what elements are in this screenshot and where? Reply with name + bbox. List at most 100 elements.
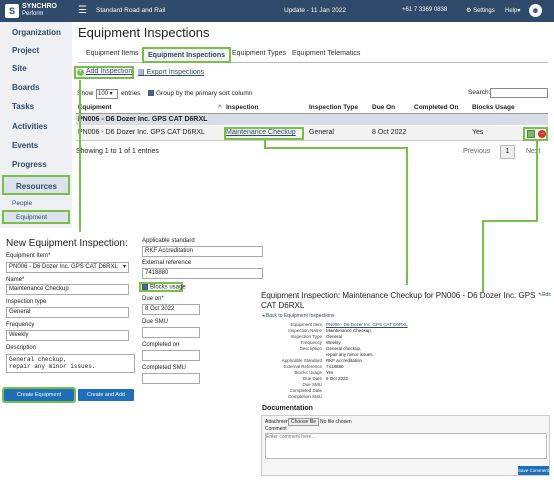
- due-smu-field[interactable]: [142, 327, 200, 338]
- cell-type: General: [309, 129, 334, 136]
- update-date: Update - 11 Jan 2022: [284, 7, 347, 14]
- sidebar-item-progress[interactable]: Progress: [0, 156, 72, 174]
- sidebar-item-tasks[interactable]: Tasks: [0, 98, 72, 116]
- detail-label: Blocks Usage: [294, 370, 322, 375]
- group-by-option[interactable]: Group by the primary sort column: [148, 90, 252, 97]
- detail-value: General checkup,: [326, 346, 362, 351]
- create-another-button[interactable]: Create and Add Another: [78, 389, 134, 410]
- completed-label: Completed on: [142, 342, 180, 348]
- type-label: Inspection type: [6, 299, 47, 305]
- detail-label: Due Date: [302, 376, 322, 381]
- delete-icon[interactable]: –: [538, 130, 546, 138]
- name-label: Name*: [6, 277, 25, 283]
- external-field[interactable]: 7418880: [142, 268, 263, 279]
- tab-equipment-telematics[interactable]: Equipment Telematics: [288, 47, 364, 63]
- col-due-on[interactable]: Due On: [372, 104, 395, 111]
- connector-line: [264, 147, 408, 149]
- tab-equipment-types[interactable]: Equipment Types: [228, 47, 290, 63]
- back-link-label: Back to Equipment Inspections: [265, 313, 335, 319]
- sidebar-item-boards[interactable]: Boards: [0, 79, 72, 97]
- search-input[interactable]: [490, 88, 548, 98]
- due-field[interactable]: 8 Oct 2022: [142, 304, 200, 315]
- entries-select-value: 100: [98, 91, 109, 97]
- plus-icon: +: [77, 69, 84, 76]
- entries-select[interactable]: 100 ▾: [96, 89, 118, 99]
- table-group-row: PN006 - D6 Dozer Inc. GPS CAT D6RXL: [76, 114, 548, 125]
- description-textarea[interactable]: General checkup, repair any minor issues…: [6, 354, 135, 373]
- sidebar: Organization Project Site Boards Tasks A…: [0, 22, 72, 228]
- sidebar-item-events[interactable]: Events: [0, 137, 72, 155]
- sidebar-item-organization[interactable]: Organization: [0, 24, 72, 42]
- documentation-title: Documentation: [262, 405, 313, 412]
- name-field[interactable]: Maintenance Checkup: [6, 284, 129, 295]
- add-inspection-label: Add Inspection: [86, 68, 133, 75]
- sidebar-subitem-equipment[interactable]: Equipment: [2, 210, 70, 224]
- attachment-label: Attachment: [265, 419, 291, 425]
- synchro-logo[interactable]: S SYNCHRO Perform: [5, 3, 61, 19]
- search-label: Search:: [468, 89, 491, 96]
- sidebar-item-site[interactable]: Site: [0, 60, 72, 78]
- completed-smu-label: Completed SMU: [142, 365, 187, 371]
- sidebar-item-activities[interactable]: Activities: [0, 118, 72, 136]
- detail-value[interactable]: PN006 - D6 Dozer Inc. GPS CAT D6RXL: [326, 322, 408, 327]
- tab-equipment-inspections[interactable]: Equipment Inspections: [142, 47, 232, 63]
- no-file-text: No file chosen: [320, 419, 352, 425]
- add-inspection-link[interactable]: + Add Inspection: [77, 68, 132, 76]
- type-field[interactable]: General: [6, 307, 129, 318]
- col-inspection[interactable]: Inspection: [226, 104, 259, 111]
- comment-textarea[interactable]: [265, 433, 547, 459]
- sidebar-item-project[interactable]: Project: [0, 42, 72, 60]
- save-comment-button[interactable]: Save Comment: [518, 466, 549, 475]
- equipment-select-value: PN006 - D6 Dozer Inc. GPS CAT D6RXL: [9, 264, 118, 270]
- group-checkbox[interactable]: [148, 90, 154, 97]
- blocks-usage-option[interactable]: Blocks usage: [142, 284, 186, 291]
- page-number-button[interactable]: 1: [500, 145, 515, 159]
- detail-title: Equipment Inspection: Maintenance Checku…: [261, 291, 536, 310]
- detail-label: Description: [299, 346, 322, 351]
- sidebar-item-resources[interactable]: Resources: [2, 175, 70, 195]
- chevron-down-icon: ▾: [108, 91, 113, 97]
- edit-link[interactable]: ✎Edit: [538, 292, 551, 298]
- chevron-down-icon: ▾: [122, 264, 126, 270]
- comment-label: Comment: [265, 426, 287, 432]
- col-completed-on[interactable]: Completed On: [414, 104, 458, 111]
- chevron-down-icon: ▾: [517, 8, 521, 14]
- detail-value: 8 Oct 2022: [326, 376, 349, 381]
- menu-icon[interactable]: ☰: [78, 5, 87, 16]
- detail-value: Weekly: [326, 340, 341, 345]
- export-inspections-link[interactable]: ▤ Export Inspections: [138, 68, 204, 76]
- table-row: PN006 - D6 Dozer Inc. GPS CAT D6RXL Main…: [76, 126, 548, 141]
- edit-icon[interactable]: [527, 130, 535, 138]
- external-label: External reference: [142, 260, 192, 266]
- col-blocks-usage[interactable]: Blocks Usage: [472, 104, 515, 111]
- detail-value: 7418880: [326, 364, 344, 369]
- project-selector[interactable]: Standard Road and Rail: [96, 7, 165, 14]
- back-link[interactable]: ◂ Back to Equipment Inspections: [262, 313, 335, 319]
- form-title: New Equipment Inspection:: [6, 238, 128, 249]
- tab-equipment-items[interactable]: Equipment Items: [82, 47, 143, 63]
- choose-file-button[interactable]: Choose file: [288, 418, 320, 426]
- col-inspection-type[interactable]: Inspection Type: [309, 104, 358, 111]
- completed-field[interactable]: [142, 350, 200, 361]
- previous-button[interactable]: Previous: [463, 148, 490, 155]
- help-label: Help: [505, 8, 518, 14]
- create-inspection-button[interactable]: Create Equipment Inspection: [2, 387, 76, 410]
- avatar[interactable]: ☻: [529, 4, 542, 17]
- completed-smu-field[interactable]: [142, 373, 200, 384]
- logo-subtext: Perform: [22, 11, 44, 17]
- next-button[interactable]: Next: [526, 148, 540, 155]
- sort-icon[interactable]: ^: [218, 104, 222, 111]
- frequency-label: Frequency: [6, 322, 35, 328]
- connector-line: [482, 220, 484, 292]
- cell-due: 8 Oct 2022: [372, 129, 407, 136]
- settings-link[interactable]: ⚙ Settings: [466, 7, 495, 14]
- blocks-usage-checkbox[interactable]: [142, 284, 148, 290]
- frequency-field[interactable]: Weekly: [6, 330, 129, 341]
- sidebar-subitem-people[interactable]: People: [0, 200, 72, 207]
- logo-text: SYNCHRO: [22, 3, 58, 10]
- equipment-select[interactable]: PN006 - D6 Dozer Inc. GPS CAT D6RXL ▾: [6, 262, 129, 273]
- standard-field[interactable]: RKF Accreditation: [142, 246, 263, 257]
- col-equipment[interactable]: Equipment: [78, 104, 112, 111]
- settings-label: Settings: [473, 8, 495, 14]
- help-menu[interactable]: Help▾: [505, 7, 520, 14]
